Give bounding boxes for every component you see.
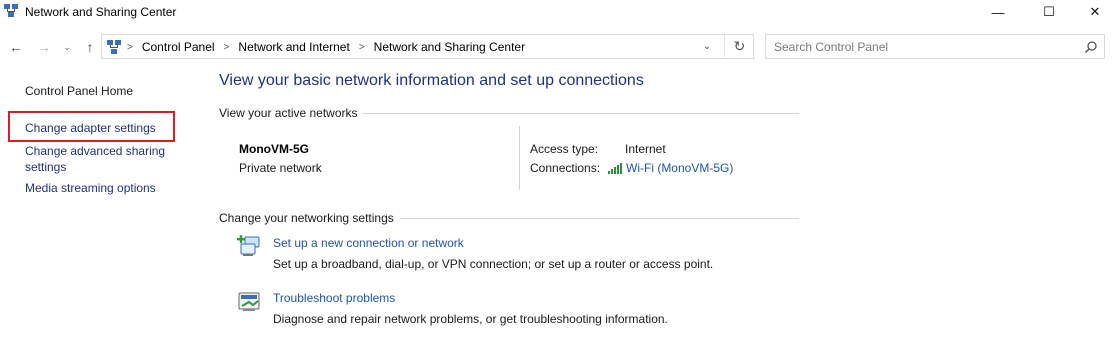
breadcrumb-network-and-sharing-center[interactable]: Network and Sharing Center	[374, 40, 525, 54]
breadcrumb-separator: >	[358, 41, 365, 53]
setup-new-connection-description: Set up a broadband, dial-up, or VPN conn…	[273, 257, 714, 271]
sidebar-item-media-streaming-options[interactable]: Media streaming options	[25, 180, 156, 196]
address-dropdown-button[interactable]: ⌄	[697, 37, 717, 56]
divider	[519, 126, 520, 190]
control-panel-icon	[107, 40, 121, 54]
title-bar: Network and Sharing Center — ☐ ✕	[0, 0, 1113, 24]
network-name: MonoVM-5G	[239, 142, 309, 156]
troubleshoot-problems-description: Diagnose and repair network problems, or…	[273, 312, 668, 326]
address-bar[interactable]: > Control Panel > Network and Internet >…	[101, 34, 754, 59]
setup-new-connection-link[interactable]: Set up a new connection or network	[273, 236, 464, 250]
access-type-label: Access type:	[530, 142, 599, 156]
divider	[362, 113, 799, 114]
search-placeholder: Search Control Panel	[774, 40, 889, 54]
recent-locations-button[interactable]: ⌄	[60, 37, 74, 57]
back-button[interactable]: ←	[6, 37, 26, 57]
breadcrumb: > Control Panel > Network and Internet >…	[127, 40, 525, 54]
wifi-signal-icon	[608, 163, 622, 174]
search-input[interactable]: Search Control Panel	[765, 34, 1105, 59]
up-button[interactable]: ↑	[80, 37, 100, 57]
connections-label: Connections:	[530, 161, 601, 175]
sidebar-item-control-panel-home[interactable]: Control Panel Home	[25, 83, 133, 99]
network-center-icon	[4, 4, 18, 17]
network-category: Private network	[239, 161, 322, 175]
breadcrumb-control-panel[interactable]: Control Panel	[142, 40, 215, 54]
refresh-button[interactable]: ↻	[724, 35, 754, 58]
new-connection-icon	[237, 235, 260, 256]
left-pane: Control Panel Home Change adapter settin…	[0, 70, 205, 349]
close-button[interactable]: ✕	[1072, 0, 1113, 24]
breadcrumb-separator: >	[127, 41, 133, 53]
sidebar-item-change-adapter-settings[interactable]: Change adapter settings	[25, 120, 156, 136]
sidebar-item-change-advanced-sharing-settings[interactable]: Change advanced sharing settings	[25, 143, 185, 175]
forward-button[interactable]: →	[34, 37, 54, 57]
divider	[400, 218, 799, 219]
minimize-button[interactable]: —	[975, 0, 1021, 24]
breadcrumb-separator: >	[223, 41, 230, 53]
wifi-connection-label[interactable]: Wi-Fi (MonoVM-5G)	[626, 161, 733, 175]
wifi-connection-link[interactable]: Wi-Fi (MonoVM-5G)	[607, 161, 733, 175]
access-type-value: Internet	[625, 142, 666, 156]
page-title: View your basic network information and …	[219, 72, 644, 89]
change-settings-header: Change your networking settings	[219, 211, 394, 225]
active-networks-header: View your active networks	[219, 106, 358, 120]
breadcrumb-network-and-internet[interactable]: Network and Internet	[238, 40, 349, 54]
maximize-button[interactable]: ☐	[1026, 0, 1072, 24]
troubleshoot-icon	[238, 292, 260, 311]
search-icon[interactable]	[1084, 40, 1098, 54]
troubleshoot-problems-link[interactable]: Troubleshoot problems	[273, 291, 395, 305]
window-title: Network and Sharing Center	[25, 5, 177, 19]
